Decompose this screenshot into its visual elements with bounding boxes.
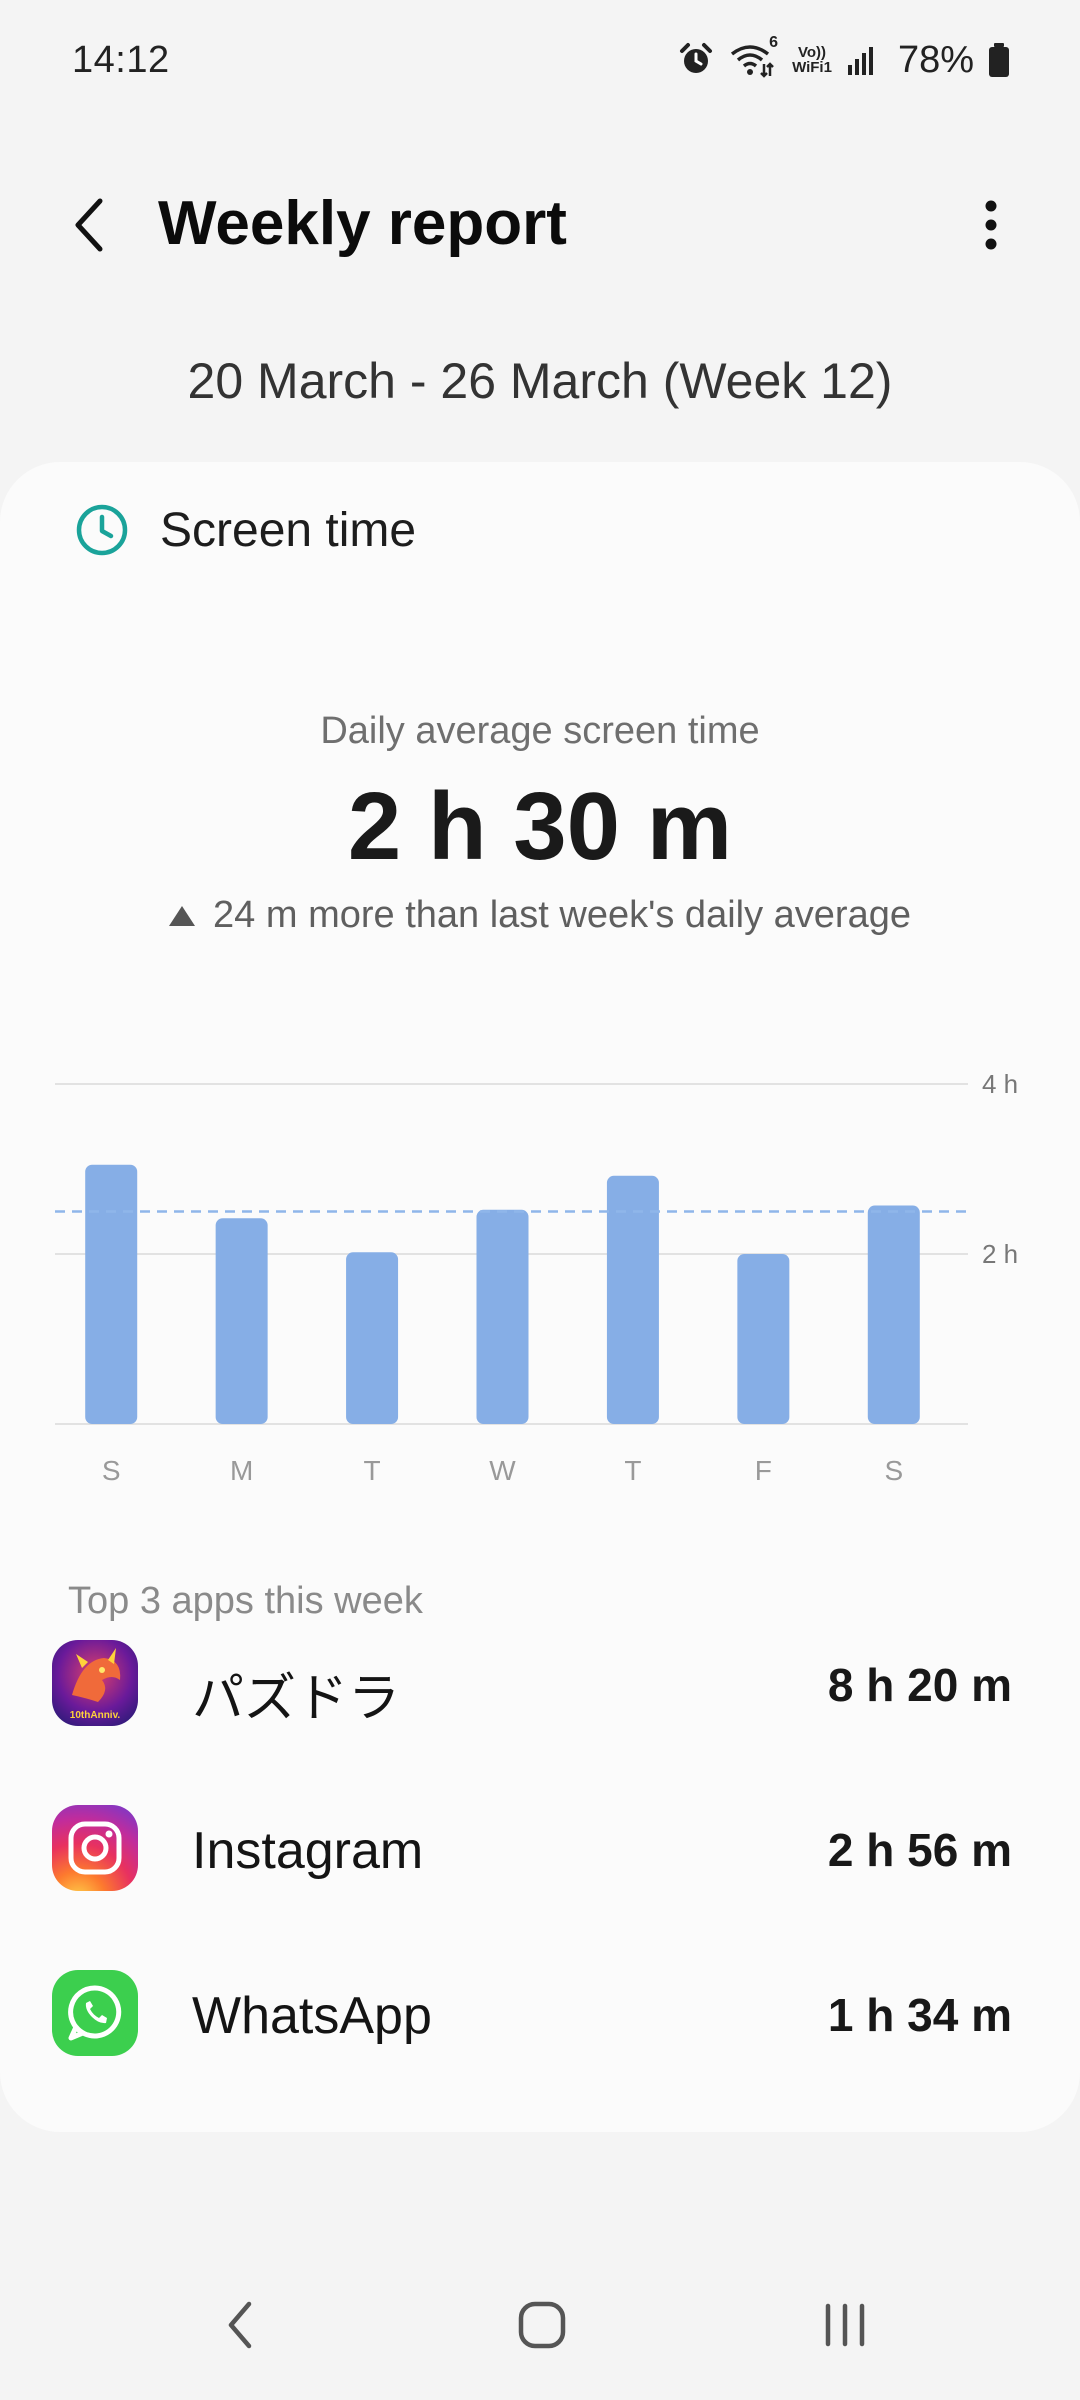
app-name: パズドラ: [192, 1670, 401, 1728]
daily-average-label: Daily average screen time: [320, 710, 760, 752]
signal-icon: [846, 43, 880, 77]
app-icon-badge: 10thAnniv.: [70, 1710, 121, 1721]
app-name: Instagram: [192, 1822, 424, 1880]
wifi-badge: 6: [769, 34, 779, 51]
page-title: Weekly report: [158, 189, 567, 258]
volte-top: Vo)): [797, 44, 827, 61]
top-apps-label: Top 3 apps this week: [68, 1580, 423, 1622]
daily-average-value: 2 h 30 m: [347, 773, 733, 880]
app-row-1[interactable]: Instagram 2 h 56 m: [0, 1787, 1080, 1907]
more-vertical-icon: [985, 200, 997, 250]
chart-bar[interactable]: [346, 1252, 399, 1424]
chart-bar[interactable]: [85, 1164, 138, 1424]
app-name: WhatsApp: [192, 1987, 432, 2045]
app-row-0[interactable]: 10thAnniv. パズドラ 8 h 20 m: [0, 1622, 1080, 1742]
up-triangle-icon: [169, 905, 196, 926]
status-time: 14:12: [72, 38, 170, 81]
y-tick-label: 2 h: [982, 1239, 1018, 1269]
screen-time-card[interactable]: Screen time Daily average screen time 2 …: [0, 462, 1080, 2132]
x-tick-label: T: [624, 1455, 641, 1486]
x-tick-label: M: [230, 1455, 253, 1486]
nav-recents-icon: [825, 2303, 865, 2347]
chart-bar[interactable]: [867, 1205, 920, 1424]
y-tick-label: 4 h: [982, 1069, 1018, 1099]
whatsapp-icon: [52, 1970, 138, 2056]
x-tick-label: F: [755, 1455, 772, 1486]
alarm-icon: [678, 42, 714, 78]
nav-home-button[interactable]: [497, 2290, 587, 2360]
app-header: Weekly report: [0, 170, 1080, 280]
volte-bottom: WiFi1: [792, 59, 832, 76]
app-time: 2 h 56 m: [827, 1824, 1012, 1876]
puzzle-dragons-icon: 10thAnniv.: [52, 1640, 138, 1726]
nav-recents-button[interactable]: [800, 2290, 890, 2360]
more-options-button[interactable]: [966, 190, 1016, 260]
navigation-bar: [0, 2250, 1080, 2400]
x-tick-label: S: [102, 1455, 121, 1486]
x-tick-label: W: [489, 1455, 516, 1486]
volte-wifi-icon: Vo)) WiFi1: [792, 45, 832, 75]
instagram-icon: [52, 1805, 138, 1891]
battery-percent: 78%: [897, 38, 974, 81]
nav-back-button[interactable]: [195, 2290, 285, 2360]
battery-icon: [988, 42, 1010, 78]
chart-bar[interactable]: [737, 1254, 790, 1424]
card-title: Screen time: [160, 503, 417, 557]
clock-icon: [76, 504, 128, 556]
app-time: 1 h 34 m: [827, 1989, 1012, 2041]
nav-home-icon: [518, 2301, 566, 2349]
comparison-row: 24 m more than last week's daily average: [0, 894, 1080, 937]
app-row-2[interactable]: WhatsApp 1 h 34 m: [0, 1952, 1080, 2072]
status-icons: 6 Vo)) WiFi1 78%: [678, 34, 1010, 82]
card-header: Screen time: [74, 502, 416, 558]
x-tick-label: S: [884, 1455, 903, 1486]
x-tick-label: T: [364, 1455, 381, 1486]
chart-bar[interactable]: [476, 1209, 529, 1424]
chart-bar[interactable]: [215, 1218, 268, 1424]
wifi-icon: 6: [728, 34, 778, 78]
app-time: 8 h 20 m: [827, 1659, 1012, 1711]
back-arrow-icon: [75, 198, 103, 252]
nav-back-icon: [228, 2301, 252, 2349]
back-button[interactable]: [60, 190, 120, 260]
date-range: 20 March - 26 March (Week 12): [187, 353, 893, 409]
status-bar: 14:12 6 Vo)) WiFi1 78%: [0, 0, 1080, 120]
comparison-text: 24 m more than last week's daily average: [213, 894, 911, 936]
chart-bar[interactable]: [606, 1175, 659, 1424]
